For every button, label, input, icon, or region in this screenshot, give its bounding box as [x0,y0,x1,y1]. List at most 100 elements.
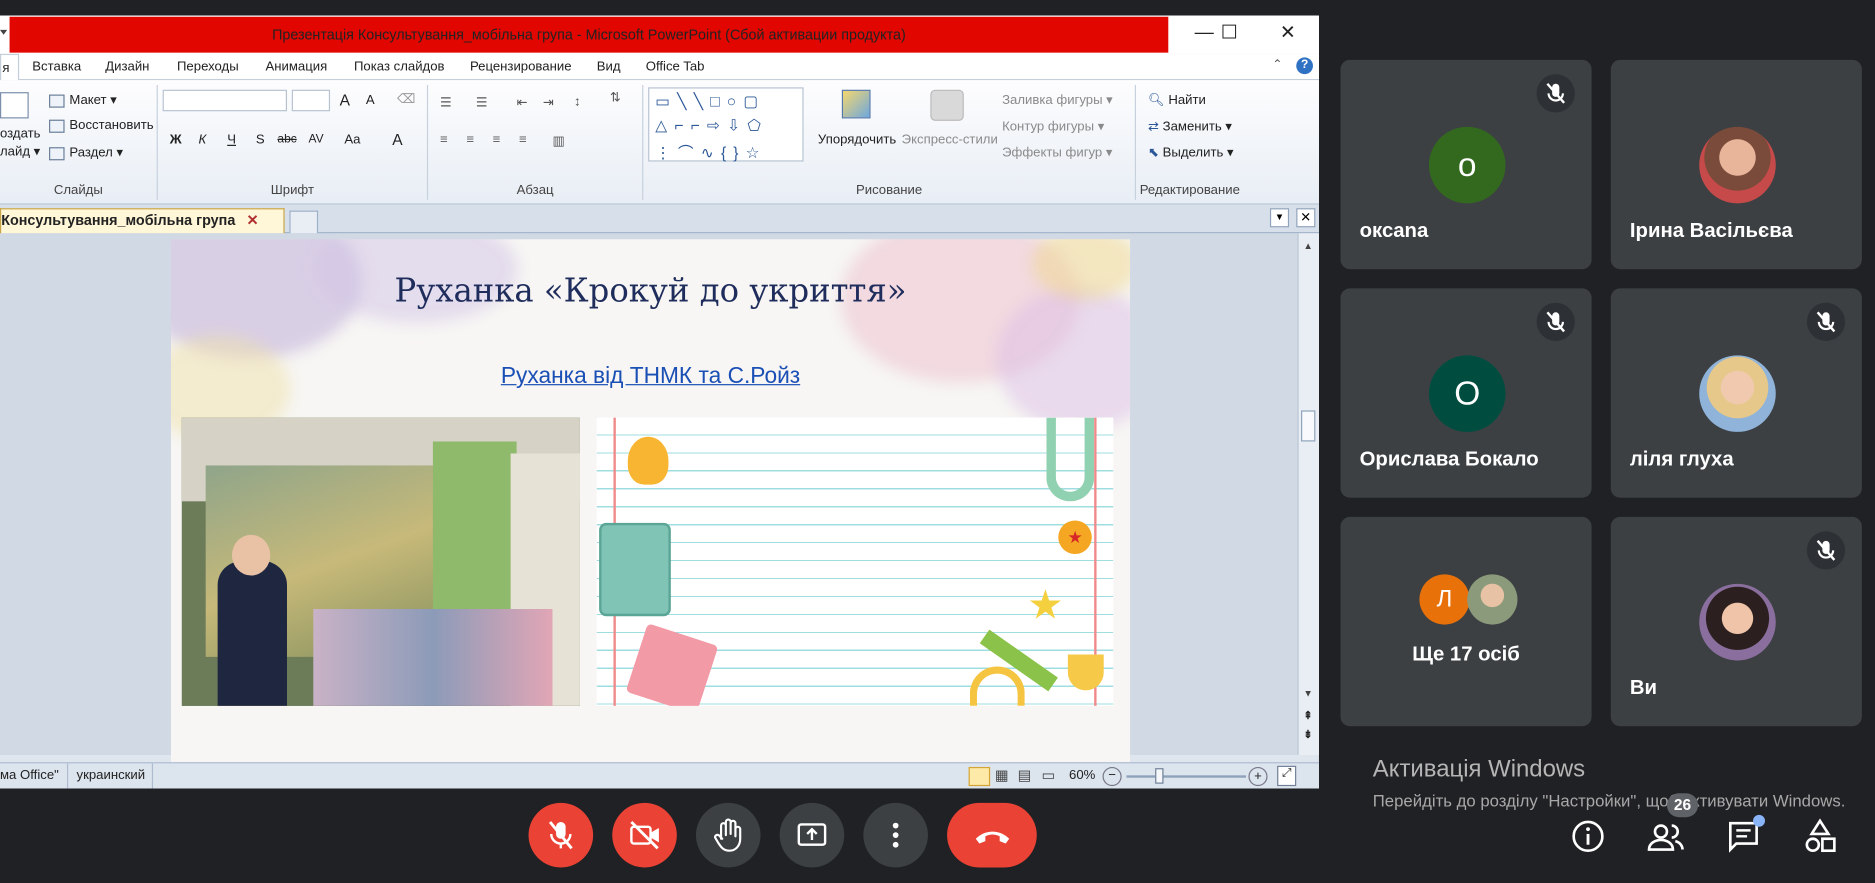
arrange-icon[interactable] [841,89,871,119]
quick-access-dropdown-icon[interactable] [0,29,8,37]
find-button[interactable]: 🔍︎ Найти [1148,92,1206,107]
new-slide-button[interactable]: оздать лайд ▾ [0,126,40,162]
reading-view-icon[interactable]: ▤ [1018,767,1032,784]
close-button[interactable]: ✕ [1260,16,1315,52]
shadow-button[interactable]: S [256,133,265,147]
tab-slideshow[interactable]: Показ слайдов [354,60,445,74]
status-language[interactable]: украинский [66,763,154,789]
slideshow-view-icon[interactable]: ▭ [1042,767,1056,784]
slide[interactable]: Руханка «Крокуй до укриття» Руханка від … [170,239,1131,773]
fit-to-window-icon[interactable]: ⤢ [1277,765,1297,787]
zoom-level[interactable]: 60% [1069,768,1095,782]
section-button[interactable]: Раздел ▾ [49,145,123,160]
quick-styles-button[interactable]: Экспресс-стили [902,133,998,147]
change-case-button[interactable]: Aa [344,133,360,147]
shape-fill-button[interactable]: Заливка фигуры ▾ [1002,92,1113,107]
camera-off-icon [630,820,659,850]
activities-button[interactable] [1801,817,1839,861]
shrink-font-button[interactable]: A [366,93,375,107]
maximize-button[interactable]: ☐ [1202,16,1257,52]
participant-tile[interactable]: ліля глуха [1610,288,1862,498]
slide-link[interactable]: Руханка від ТНМК та С.Ройз [171,364,1130,390]
tab-list-icon[interactable]: ▼ [1269,208,1290,228]
participant-tile[interactable]: Л Ще 17 осіб [1340,516,1592,727]
tab-office-tab[interactable]: Office Tab [646,60,705,74]
video-thumbnail[interactable] [181,417,580,706]
zoom-slider[interactable] [1126,775,1247,778]
document-tab[interactable]: Консультування_мобільна група ✕ [0,208,285,234]
tab-home[interactable]: я [0,53,20,81]
participant-tile[interactable]: о oксana [1340,59,1592,270]
tab-animations[interactable]: Анимация [265,60,327,74]
scroll-thumb[interactable] [1301,410,1316,442]
chat-button[interactable] [1724,814,1766,861]
normal-view-icon[interactable] [968,766,991,787]
tab-transitions[interactable]: Переходы [177,60,239,74]
zoom-in-icon[interactable]: + [1248,766,1268,787]
photo-children-group [313,609,553,706]
tab-design[interactable]: Дизайн [105,60,149,74]
char-spacing-button[interactable]: AV [309,133,324,146]
help-icon[interactable]: ? [1296,57,1313,75]
leave-call-button[interactable] [947,802,1037,868]
participant-tile[interactable]: Ірина Васільєва [1610,59,1862,270]
meeting-details-button[interactable] [1569,817,1607,861]
raise-hand-button[interactable] [695,802,761,868]
clear-format-icon[interactable]: ⌫ [397,91,416,106]
justify-icon[interactable]: ≡ [519,133,527,147]
title-bar: Презентація Консультування_мобільна груп… [0,15,1319,54]
zoom-slider-thumb[interactable] [1155,768,1164,784]
people-button[interactable]: 26 [1645,793,1699,861]
decrease-indent-icon[interactable]: ⇤ [517,95,528,110]
bold-button[interactable]: Ж [170,133,182,147]
font-size-field[interactable] [291,89,331,112]
more-options-button[interactable] [863,802,928,868]
font-name-field[interactable] [162,89,287,112]
new-slide-icon[interactable] [0,92,29,119]
participant-tile[interactable]: О Орислава Бокало [1340,288,1592,498]
align-right-icon[interactable]: ≡ [493,133,501,147]
align-center-icon[interactable]: ≡ [466,133,474,147]
new-tab-button[interactable] [289,210,319,234]
window-title: Презентація Консультування_мобільна груп… [9,16,1169,53]
select-button[interactable]: ⬉ Выделить ▾ [1148,145,1234,160]
close-tab-icon[interactable]: ✕ [246,212,258,229]
collapse-ribbon-icon[interactable]: ⌃ [1272,59,1282,72]
italic-button[interactable]: К [199,133,207,147]
arrange-button[interactable]: Упорядочить [818,133,896,147]
tab-insert[interactable]: Вставка [32,60,81,74]
scroll-down-icon[interactable]: ▼ [1303,688,1312,699]
microphone-button[interactable] [528,802,594,868]
numbering-icon[interactable]: ☰ [476,95,488,110]
present-button[interactable] [779,802,845,868]
increase-indent-icon[interactable]: ⇥ [543,95,554,110]
replace-button[interactable]: ⇄ Заменить ▾ [1148,118,1232,134]
slide-title[interactable]: Руханка «Крокуй до укриття» [171,273,1130,310]
participant-tile[interactable]: Ви [1610,516,1862,727]
underline-button[interactable]: Ч [227,133,236,147]
quick-styles-icon[interactable] [930,89,964,121]
slide-sorter-icon[interactable]: ▦ [995,767,1009,784]
shape-outline-button[interactable]: Контур фигуры ▾ [1002,118,1104,134]
trophy-icon [1067,654,1104,691]
prev-slide-icon[interactable]: ⇞ [1303,710,1312,723]
reset-button[interactable]: Восстановить [49,118,154,133]
columns-icon[interactable]: ▥ [552,133,564,148]
bullets-icon[interactable]: ☰ [440,95,452,110]
zoom-out-icon[interactable]: − [1102,766,1122,787]
tab-view[interactable]: Вид [597,60,621,74]
scroll-up-icon[interactable]: ▲ [1303,240,1312,251]
strikethrough-button[interactable]: abc [277,133,296,146]
close-all-tabs-icon[interactable]: ✕ [1296,208,1316,228]
grow-font-button[interactable]: A [340,91,350,109]
camera-button[interactable] [612,802,677,868]
align-left-icon[interactable]: ≡ [440,133,448,147]
font-color-button[interactable]: A [392,130,402,148]
text-direction-icon[interactable]: ⇅ [610,90,621,105]
layout-button[interactable]: Макет ▾ [49,92,117,108]
shape-effects-button[interactable]: Эффекты фигур ▾ [1002,145,1112,160]
line-spacing-icon[interactable]: ↕ [574,95,581,109]
vertical-scrollbar[interactable]: ▲ ▼ ⇞ ⇟ [1297,233,1319,755]
tab-review[interactable]: Рецензирование [470,60,572,74]
next-slide-icon[interactable]: ⇟ [1303,729,1312,742]
